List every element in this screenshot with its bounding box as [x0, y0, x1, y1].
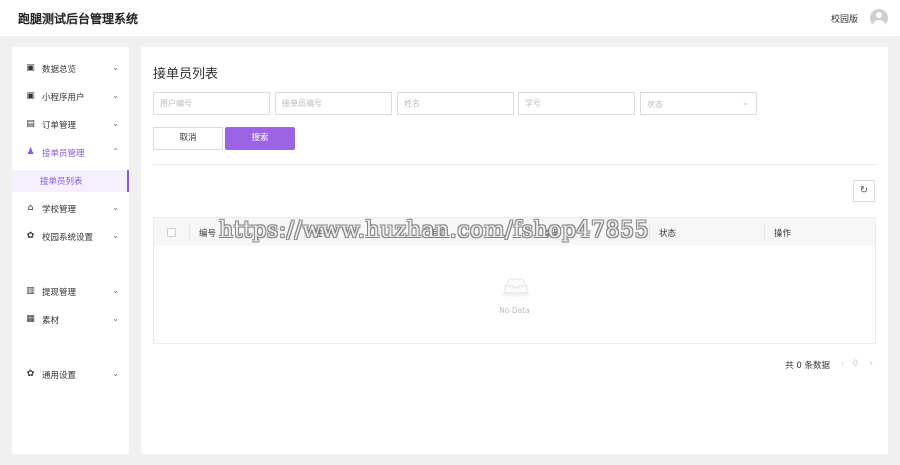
chevron-down-icon: ⌄ — [112, 119, 119, 128]
sidebar-item-orders[interactable]: ▤ 订单管理 ⌄ — [12, 115, 129, 135]
refresh-button[interactable]: ↻ — [853, 180, 875, 202]
sidebar-item-miniprogram-users[interactable]: ▣ 小程序用户 ⌄ — [12, 87, 129, 107]
column-header-phone[interactable]: 手机 — [429, 227, 446, 239]
student-id-input[interactable] — [518, 92, 635, 115]
divider — [153, 164, 876, 165]
search-button[interactable]: 搜索 — [225, 127, 295, 150]
chevron-down-icon: ⌄ — [742, 98, 749, 107]
select-all-checkbox[interactable] — [167, 228, 176, 237]
courier-table: 编号 姓名 手机 学号 状态 操作 No Data — [153, 217, 876, 344]
app-title: 跑腿测试后台管理系统 — [18, 12, 139, 26]
column-header-id[interactable]: 编号 — [199, 227, 216, 239]
pagination-total: 共 0 条数据 — [785, 361, 830, 371]
column-header-student-id[interactable]: 学号 — [544, 227, 561, 239]
sidebar-item-dashboard[interactable]: ▣ 数据总览 ⌄ — [12, 59, 129, 79]
page-title: 接单员列表 — [153, 67, 219, 82]
school-icon: ⌂ — [27, 203, 34, 213]
sidebar-subitem-courier-list[interactable]: 接单员列表 — [12, 170, 129, 192]
chevron-down-icon: ⌄ — [112, 203, 119, 212]
chevron-down-icon: ⌄ — [112, 231, 119, 240]
column-header-status[interactable]: 状态 — [659, 227, 676, 239]
gear-icon: ✿ — [26, 369, 35, 379]
refresh-icon: ↻ — [859, 185, 869, 196]
sidebar-item-withdrawals[interactable]: ▥ 提现管理 ⌄ — [12, 282, 129, 302]
cancel-button[interactable]: 取消 — [153, 127, 223, 150]
campus-edition-label[interactable]: 校园版 — [831, 12, 858, 25]
sidebar-item-materials[interactable]: ▦ 素材 ⌄ — [12, 310, 129, 330]
next-page-icon[interactable]: › — [870, 359, 873, 369]
status-select[interactable]: 状态 ⌄ — [640, 92, 757, 115]
chevron-down-icon: ⌄ — [112, 369, 119, 378]
pagination: 共 0 条数据 ‹ 0 › — [676, 359, 876, 371]
courier-icon: ♟ — [26, 147, 35, 157]
empty-box-icon — [502, 278, 530, 297]
gear-icon: ✿ — [26, 231, 35, 241]
chevron-down-icon: ⌄ — [112, 286, 119, 295]
courier-id-input[interactable] — [275, 92, 392, 115]
table-header: 编号 姓名 手机 学号 状态 操作 — [154, 218, 875, 246]
top-bar: 跑腿测试后台管理系统 校园版 — [0, 0, 900, 36]
withdraw-icon: ▥ — [26, 286, 35, 296]
chevron-down-icon: ⌄ — [112, 63, 119, 72]
users-icon: ▣ — [26, 91, 35, 101]
main-content: 接单员列表 状态 ⌄ 取消 搜索 ↻ 编号 姓名 手机 学号 状态 操作 — [141, 47, 888, 454]
prev-page-icon[interactable]: ‹ — [841, 359, 844, 369]
dashboard-icon: ▣ — [26, 63, 35, 73]
chevron-down-icon: ⌄ — [112, 91, 119, 100]
sidebar-item-campus-settings[interactable]: ✿ 校园系统设置 ⌄ — [12, 227, 129, 247]
user-id-input[interactable] — [153, 92, 270, 115]
name-input[interactable] — [397, 92, 514, 115]
material-icon: ▦ — [26, 314, 35, 324]
avatar[interactable] — [870, 9, 888, 27]
column-header-name[interactable]: 姓名 — [314, 227, 331, 239]
column-header-actions: 操作 — [774, 229, 792, 239]
order-icon: ▤ — [26, 119, 35, 129]
current-page[interactable]: 0 — [853, 359, 858, 369]
sidebar-item-general-settings[interactable]: ✿ 通用设置 ⌄ — [12, 365, 129, 385]
empty-state-text: No Data — [499, 306, 530, 315]
sidebar: ▣ 数据总览 ⌄ ▣ 小程序用户 ⌄ ▤ 订单管理 ⌄ ♟ 接单员管理 ⌃ 接单… — [12, 47, 129, 454]
sidebar-item-schools[interactable]: ⌂ 学校管理 ⌄ — [12, 199, 129, 219]
sidebar-item-couriers[interactable]: ♟ 接单员管理 ⌃ — [12, 143, 129, 163]
chevron-up-icon: ⌃ — [112, 147, 119, 156]
chevron-down-icon: ⌄ — [112, 314, 119, 323]
